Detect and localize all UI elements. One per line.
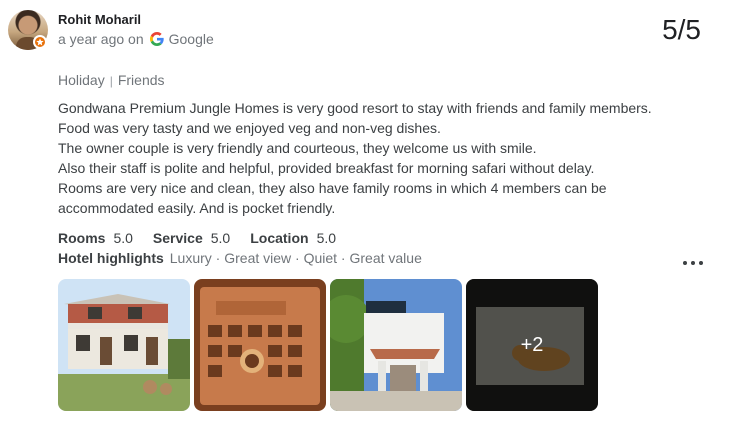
hotel-highlights: Hotel highlights Luxury · Great view · Qu…	[58, 250, 422, 266]
trip-tag-type: Holiday	[58, 72, 105, 88]
more-options-icon[interactable]	[683, 257, 703, 269]
score-service: Service 5.0	[153, 230, 230, 246]
menu-dot	[691, 261, 695, 265]
review-photo-entrance[interactable]	[330, 279, 462, 411]
review-line: Gondwana Premium Jungle Homes is very go…	[58, 100, 652, 116]
highlights-list: Luxury · Great view · Quiet · Great valu…	[169, 250, 422, 266]
menu-dot	[699, 261, 703, 265]
review-time: a year ago on	[58, 31, 144, 47]
score-value: 5.0	[316, 230, 337, 246]
review-meta: a year ago on Google	[58, 31, 214, 47]
trip-tag-companions: Friends	[117, 72, 165, 88]
review-photo-more[interactable]: +2	[466, 279, 598, 411]
review-line: Food was very tasty and we enjoyed veg a…	[58, 120, 441, 136]
author-name[interactable]: Rohit Moharil	[58, 12, 141, 27]
review-text: Gondwana Premium Jungle Homes is very go…	[58, 98, 698, 218]
category-scores: Rooms 5.0 Service 5.0 Location 5.0	[58, 230, 356, 246]
plaque-photo-image	[194, 279, 326, 411]
review-line: accommodated easily. And is pocket frien…	[58, 200, 336, 216]
review-line: Rooms are very nice and clean, they also…	[58, 180, 607, 196]
review-photo-building[interactable]	[58, 279, 190, 411]
local-guide-badge-icon	[33, 35, 47, 49]
review-photo-plaque[interactable]	[194, 279, 326, 411]
rating-score: 5/5	[662, 14, 701, 45]
score-label: Service	[152, 230, 203, 246]
review-source: Google	[168, 31, 214, 47]
score-location: Location 5.0	[250, 230, 336, 246]
review-line: The owner couple is very friendly and co…	[58, 140, 537, 156]
trip-tags: Holiday | Friends	[58, 72, 165, 88]
score-value: 5.0	[113, 230, 133, 246]
score-label: Rooms	[58, 230, 106, 246]
entrance-photo-image	[330, 279, 462, 411]
tag-separator: |	[109, 74, 113, 88]
building-photo-image	[58, 279, 190, 411]
score-label: Location	[250, 230, 309, 246]
highlights-label: Hotel highlights	[58, 250, 164, 266]
menu-dot	[683, 261, 687, 265]
review-line: Also their staff is polite and helpful, …	[58, 160, 595, 176]
google-g-icon	[149, 32, 164, 46]
score-rooms: Rooms 5.0	[58, 230, 133, 246]
more-photos-count: +2	[466, 279, 598, 411]
score-value: 5.0	[210, 230, 231, 246]
